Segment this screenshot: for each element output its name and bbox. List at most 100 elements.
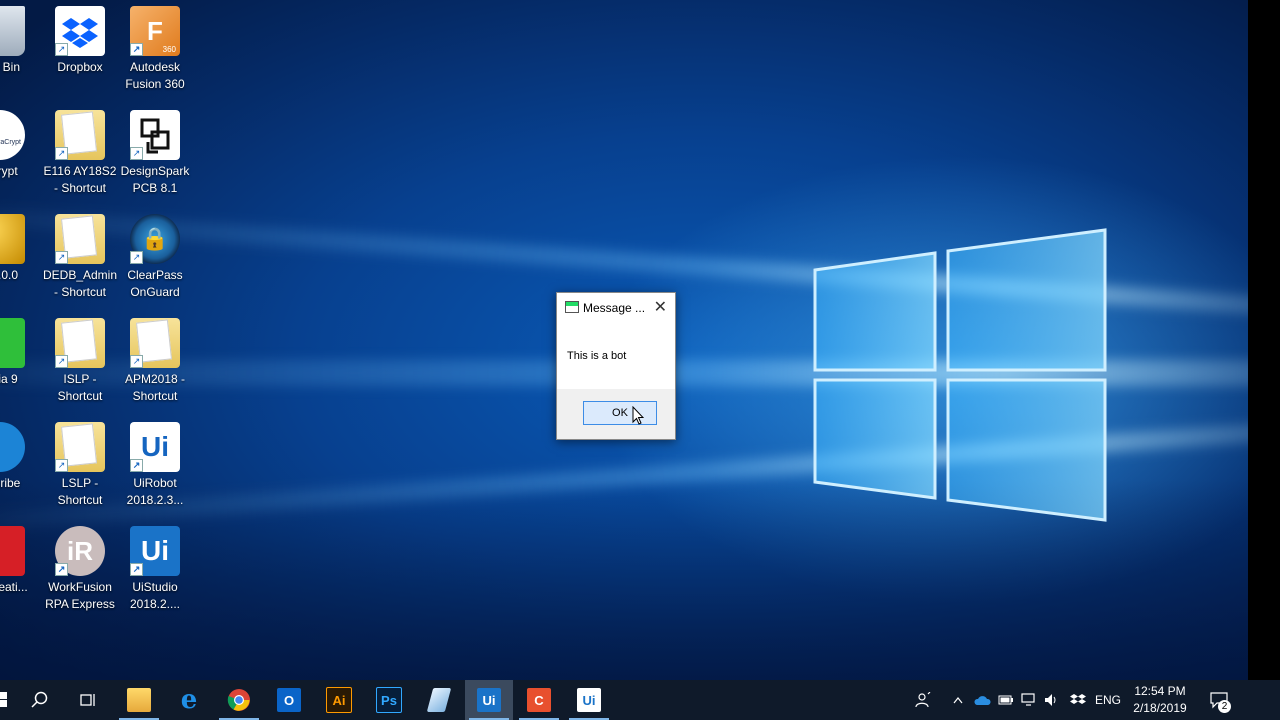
shortcut-arrow-icon: ↗ [55, 251, 68, 264]
clock-time: 12:54 PM [1134, 684, 1186, 698]
camtasia-icon[interactable]: C [515, 680, 563, 720]
shortcut-arrow-icon: ↗ [55, 147, 68, 160]
file-explorer-icon[interactable] [115, 680, 163, 720]
desktop-icon-recycle-bin[interactable]: rcle Bin [0, 6, 38, 76]
desktop: rcle Bin raCrypt aCrypt y 2.0.0 tasia 9 … [0, 0, 1248, 680]
desktop-icon-designspark[interactable]: ↗ DesignSpark PCB 8.1 [117, 110, 193, 197]
lock-icon: 🔒 ↗ [130, 214, 180, 264]
photoshop-icon[interactable]: Ps [365, 680, 413, 720]
onedrive-icon[interactable] [970, 680, 994, 720]
adobe-creative-cloud-icon [0, 526, 25, 576]
icon-label: UiRobot 2018.2.3... [126, 476, 184, 507]
desktop-icon-e116[interactable]: ↗ E116 AY18S2 - Shortcut [42, 110, 118, 197]
desktop-icon-adobe-cc[interactable]: lobe eati... [0, 526, 38, 596]
desktop-icon-dedb-admin[interactable]: ↗ DEDB_Admin - Shortcut [42, 214, 118, 301]
icon-label: APM2018 - Shortcut [124, 372, 186, 403]
icon-label: Dropbox [57, 60, 103, 74]
network-icon[interactable] [1018, 680, 1040, 720]
icon-label: tasia 9 [0, 372, 18, 386]
icon-label: Autodesk Fusion 360 [125, 60, 185, 91]
icon-label: DesignSpark PCB 8.1 [120, 164, 190, 195]
folder-icon: ↗ [130, 318, 180, 368]
workfusion-logo-text: iR [67, 535, 93, 566]
illustrator-icon[interactable]: Ai [315, 680, 363, 720]
shortcut-arrow-icon: ↗ [55, 563, 68, 576]
icon-label: oScribe [0, 476, 21, 490]
volume-icon[interactable] [1041, 680, 1063, 720]
ok-button[interactable]: OK [583, 401, 657, 425]
edge-icon[interactable]: e [165, 680, 213, 720]
windows-logo-wallpaper [813, 228, 1107, 522]
language-indicator[interactable]: ENG [1094, 680, 1122, 720]
desktop-icon-apm2018[interactable]: ↗ APM2018 - Shortcut [117, 318, 193, 405]
uipath-studio-icon: Ui ↗ [130, 526, 180, 576]
desktop-icon-islp[interactable]: ↗ ISLP - Shortcut [42, 318, 118, 405]
app-icon[interactable] [415, 680, 463, 720]
uipath-logo-text: Ui [141, 535, 169, 566]
illustrator-badge: Ai [326, 687, 352, 713]
shortcut-arrow-icon: ↗ [130, 43, 143, 56]
icon-label: LSLP - Shortcut [57, 476, 103, 507]
dialog-titlebar[interactable]: Message ... ✕ [557, 293, 675, 321]
window-app-icon [565, 301, 579, 313]
uipath-logo-text: Ui [141, 431, 169, 462]
folder-icon: ↗ [55, 422, 105, 472]
desktop-icon-dropbox[interactable]: ↗ Dropbox [42, 6, 118, 76]
magnifier-key-icon [0, 214, 25, 264]
icon-label: UiStudio 2018.2.... [129, 580, 181, 611]
folder-icon: ↗ [55, 110, 105, 160]
people-icon[interactable] [910, 680, 936, 720]
shortcut-arrow-icon: ↗ [130, 459, 143, 472]
chrome-icon[interactable] [215, 680, 263, 720]
uipath-studio-icon[interactable]: Ui [565, 680, 613, 720]
shortcut-arrow-icon: ↗ [55, 43, 68, 56]
folder-icon: ↗ [55, 318, 105, 368]
icon-label: y 2.0.0 [0, 268, 19, 282]
icon-label: E116 AY18S2 - Shortcut [43, 164, 117, 195]
shortcut-arrow-icon: ↗ [55, 355, 68, 368]
close-icon[interactable]: ✕ [654, 297, 667, 317]
uipath-studio-badge: Ui [577, 688, 601, 712]
fusion-version-badge: 360 [162, 45, 176, 54]
uipath-robot-icon[interactable]: Ui [465, 680, 513, 720]
desktop-icon-workfusion[interactable]: iR ↗ WorkFusion RPA Express [42, 526, 118, 613]
windows-start-icon [0, 692, 7, 707]
outlook-badge: O [277, 688, 301, 712]
search-icon[interactable] [16, 680, 64, 720]
icon-label: aCrypt [0, 164, 18, 178]
chevron-up-icon[interactable] [948, 680, 968, 720]
clock-date: 2/18/2019 [1133, 701, 1187, 715]
desktop-icon-veracrypt[interactable]: raCrypt aCrypt [0, 110, 38, 180]
dropbox-icon: ↗ [55, 6, 105, 56]
task-view-icon[interactable] [64, 680, 112, 720]
desktop-icon-tool[interactable]: y 2.0.0 [0, 214, 38, 284]
workfusion-icon: iR ↗ [55, 526, 105, 576]
dialog-message: This is a bot [567, 350, 627, 362]
clock[interactable]: 12:54 PM 2/18/2019 [1124, 683, 1196, 717]
desktop-icon-camtasia[interactable]: tasia 9 [0, 318, 38, 388]
shortcut-arrow-icon: ↗ [130, 147, 143, 160]
desktop-icon-uistudio[interactable]: Ui ↗ UiStudio 2018.2.... [117, 526, 193, 613]
desktop-icon-lslp[interactable]: ↗ LSLP - Shortcut [42, 422, 118, 509]
uipath-robot-icon: Ui ↗ [130, 422, 180, 472]
outlook-icon[interactable]: O [265, 680, 313, 720]
icon-label: ISLP - Shortcut [57, 372, 103, 403]
action-center-icon[interactable]: 2 [1204, 680, 1234, 720]
photoshop-badge: Ps [376, 687, 402, 713]
battery-icon[interactable] [995, 680, 1017, 720]
fusion-360-icon: F 360 ↗ [130, 6, 180, 56]
dialog-title: Message ... [583, 301, 646, 315]
dropbox-tray-icon[interactable] [1066, 680, 1090, 720]
mouse-cursor-icon [632, 406, 644, 425]
desktop-icon-fusion-360[interactable]: F 360 ↗ Autodesk Fusion 360 [117, 6, 193, 93]
uipath-robot-badge: Ui [477, 688, 501, 712]
desktop-icon-clearpass[interactable]: 🔒 ↗ ClearPass OnGuard [117, 214, 193, 301]
icon-label: rcle Bin [0, 60, 20, 74]
shortcut-arrow-icon: ↗ [130, 563, 143, 576]
desktop-icon-videoscribe[interactable]: oScribe [0, 422, 38, 492]
taskbar: e O Ai Ps Ui C Ui ENG 12:54 PM 2/18/2019… [0, 680, 1280, 720]
play-icon [0, 422, 25, 472]
folder-icon: ↗ [55, 214, 105, 264]
icon-label: ClearPass OnGuard [127, 268, 183, 299]
desktop-icon-uirobot[interactable]: Ui ↗ UiRobot 2018.2.3... [117, 422, 193, 509]
